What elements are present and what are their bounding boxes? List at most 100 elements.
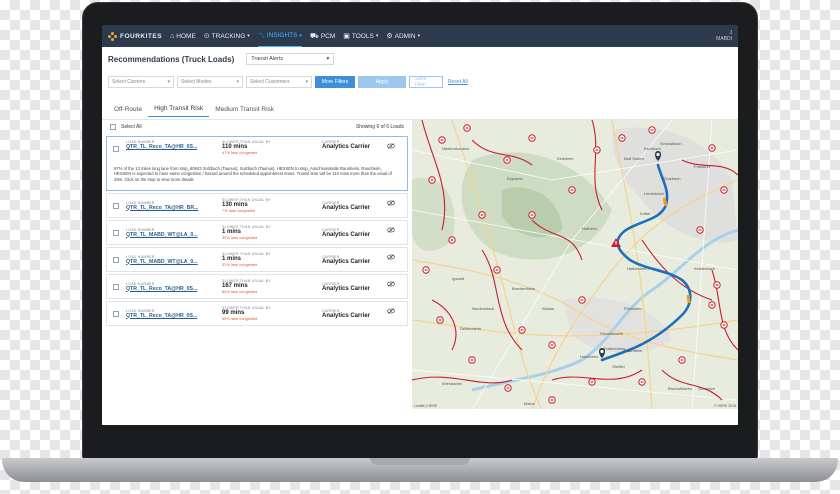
- map-place-label: Frankfurt: [694, 164, 711, 169]
- incident-marker-glyph: [580, 299, 584, 301]
- map-place-label: Eppstein: [507, 176, 523, 181]
- eye-slash-icon[interactable]: [387, 308, 395, 314]
- laptop-notch: [370, 458, 470, 465]
- nav-admin[interactable]: ⚙ ADMIN ▾: [386, 25, 420, 47]
- nav-tools-label: TOOLS: [351, 32, 374, 40]
- map-place-label: Hochheim: [580, 354, 599, 359]
- nav-insights[interactable]: 〽 INSIGHTS ▾: [257, 25, 302, 47]
- chevron-down-icon: ▾: [236, 79, 239, 85]
- incident-marker-glyph: [470, 359, 474, 361]
- save-filter-button[interactable]: Save Filter: [409, 76, 443, 88]
- lane-congestion: 47% lane congested: [222, 150, 258, 155]
- map-place-label: Ginsheim: [698, 386, 716, 391]
- load-checkbox[interactable]: [113, 256, 119, 263]
- load-checkbox[interactable]: [113, 310, 119, 317]
- load-checkbox[interactable]: [113, 202, 119, 209]
- alert-type-value: Transit Alerts: [251, 56, 284, 62]
- alert-type-select[interactable]: Transit Alerts ▾: [246, 53, 335, 65]
- apply-button[interactable]: Apply: [358, 76, 406, 88]
- incident-marker-glyph: [530, 214, 534, 216]
- incident-marker-glyph: [570, 189, 574, 191]
- map-place-label: Igstadt: [452, 276, 465, 281]
- modes-select[interactable]: Select Modes ▾: [177, 76, 243, 88]
- map-place-label: Breckenheim: [512, 286, 536, 291]
- load-checkbox[interactable]: [113, 146, 119, 152]
- carrier-name: Analytics Carrier: [322, 258, 371, 265]
- lane-congestion: 84% lane congested: [222, 289, 258, 294]
- eye-slash-icon[interactable]: [387, 254, 395, 260]
- incident-marker-glyph: [550, 344, 554, 346]
- more-filters-button[interactable]: More Filters: [315, 76, 355, 88]
- map-place-label: Schwalbach: [660, 141, 682, 146]
- modes-placeholder: Select Modes: [181, 79, 212, 85]
- incident-marker-glyph: [495, 269, 499, 271]
- load-number-link[interactable]: QTR_TL_Reco_TA@HR_0S...: [126, 286, 222, 292]
- incident-marker-glyph: [480, 214, 484, 216]
- eye-slash-icon[interactable]: [387, 281, 395, 287]
- map-attribution[interactable]: Leaflet | HERE: [414, 404, 437, 408]
- lane-congestion: 7% lane congested: [222, 208, 256, 213]
- load-card[interactable]: LOAD NUMBER QTR_TL_Reco_TA@HR_0S... SLOW…: [106, 274, 408, 299]
- carriers-select[interactable]: Select Carriers ▾: [108, 76, 174, 88]
- eye-slash-icon[interactable]: [387, 143, 395, 149]
- user-menu[interactable]: J MABDI: [716, 30, 732, 42]
- nav-home[interactable]: ⌂ HOME: [170, 25, 196, 47]
- chevron-down-icon: ▾: [375, 33, 379, 39]
- load-card[interactable]: LOAD NUMBER QTR_TL_Reco_TA@HR_0S... SLOW…: [106, 301, 408, 326]
- incident-marker-glyph: [680, 359, 684, 361]
- incident-marker-glyph: [650, 129, 654, 131]
- trend-icon: 〽: [257, 32, 265, 40]
- nav-tracking[interactable]: ⊙ TRACKING ▾: [204, 25, 250, 47]
- load-number-link[interactable]: QTR_TL_Reco_TA@HR_BR...: [126, 205, 222, 211]
- home-icon: ⌂: [170, 32, 175, 40]
- reset-all-link[interactable]: Reset All: [448, 79, 468, 85]
- load-card[interactable]: LOAD NUMBER QTR_TL_Reco_TA@HR_0S... SLOW…: [106, 136, 408, 191]
- toolbox-icon: ▣: [343, 33, 350, 40]
- incident-marker-glyph: [595, 149, 599, 151]
- load-checkbox[interactable]: [113, 229, 119, 236]
- load-card[interactable]: LOAD NUMBER QTR_TL_Reco_TA@HR_BR... SLOW…: [106, 193, 408, 218]
- eye-slash-icon[interactable]: [387, 227, 395, 233]
- risk-tabs: Off-Route High Transit Risk Medium Trans…: [102, 97, 738, 117]
- carrier-name: Analytics Carrier: [322, 144, 371, 150]
- map-place-label: Okriftel: [612, 364, 625, 369]
- lane-congestion: 32% lane congested: [222, 262, 258, 267]
- chevron-down-icon: ▾: [299, 32, 302, 39]
- load-number-link[interactable]: QTR_TL_MABD_WT@LA_0...: [126, 232, 222, 238]
- eye-slash-icon[interactable]: [387, 200, 395, 206]
- load-card[interactable]: LOAD NUMBER QTR_TL_MABD_WT@LA_0... SLOWE…: [106, 247, 408, 272]
- map-place-label: Niedernhausen: [442, 146, 469, 151]
- brand-logo[interactable]: FOURKITES: [108, 31, 162, 41]
- map-place-label: Rüsselsheim: [600, 331, 624, 336]
- gear-icon: ⚙: [386, 33, 393, 40]
- tab-high-transit-risk[interactable]: High Transit Risk: [148, 105, 210, 117]
- load-card[interactable]: LOAD NUMBER QTR_TL_MABD_WT@LA_0... SLOWE…: [106, 220, 408, 245]
- route-map[interactable]: Eschborn Frankfurt Bad Soden Hofheim Sulzbac…: [412, 120, 738, 409]
- page-title: Recommendations (Truck Loads): [108, 54, 235, 64]
- load-description: 97% of the 13 miles long lane from stop_…: [114, 165, 392, 182]
- top-navigation-bar: FOURKITES ⌂ HOME ⊙ TRACKING ▾ 〽 INSIGHTS…: [102, 25, 738, 47]
- map-place-label: Kelsterbach: [694, 266, 715, 271]
- tab-medium-transit-risk[interactable]: Medium Transit Risk: [209, 106, 280, 117]
- customers-select[interactable]: Select Customers ▾: [246, 76, 312, 88]
- nav-tools[interactable]: ▣ TOOLS ▾: [343, 25, 378, 47]
- select-all-checkbox[interactable]: [110, 124, 116, 130]
- map-canvas[interactable]: Eschborn Frankfurt Bad Soden Hofheim Sulzbac…: [412, 120, 738, 409]
- map-place-label: Flörsheim: [624, 306, 642, 311]
- incident-marker-glyph: [506, 387, 510, 389]
- incident-marker-glyph: [505, 159, 509, 161]
- load-number-link[interactable]: QTR_TL_Reco_TA@HR_0S...: [126, 313, 222, 319]
- load-checkbox[interactable]: [113, 283, 119, 290]
- nav-pcm-label: PCM: [320, 32, 336, 40]
- load-number-link[interactable]: QTR_TL_MABD_WT@LA_0...: [126, 259, 222, 265]
- load-number-link[interactable]: QTR_TL_Reco_TA@HR_0S...: [126, 144, 222, 150]
- chevron-down-icon: ▾: [167, 79, 170, 85]
- incident-marker-glyph: [450, 239, 454, 241]
- map-place-label: Bad Soden: [624, 156, 644, 161]
- tab-off-route[interactable]: Off-Route: [108, 106, 148, 117]
- incident-marker-glyph: [430, 179, 434, 181]
- map-place-label: Hattersheim: [627, 266, 649, 271]
- nav-pcm[interactable]: ⛟ PCM: [310, 25, 335, 47]
- map-place-label: Eddersheim: [604, 346, 626, 351]
- incident-marker-glyph: [722, 324, 726, 326]
